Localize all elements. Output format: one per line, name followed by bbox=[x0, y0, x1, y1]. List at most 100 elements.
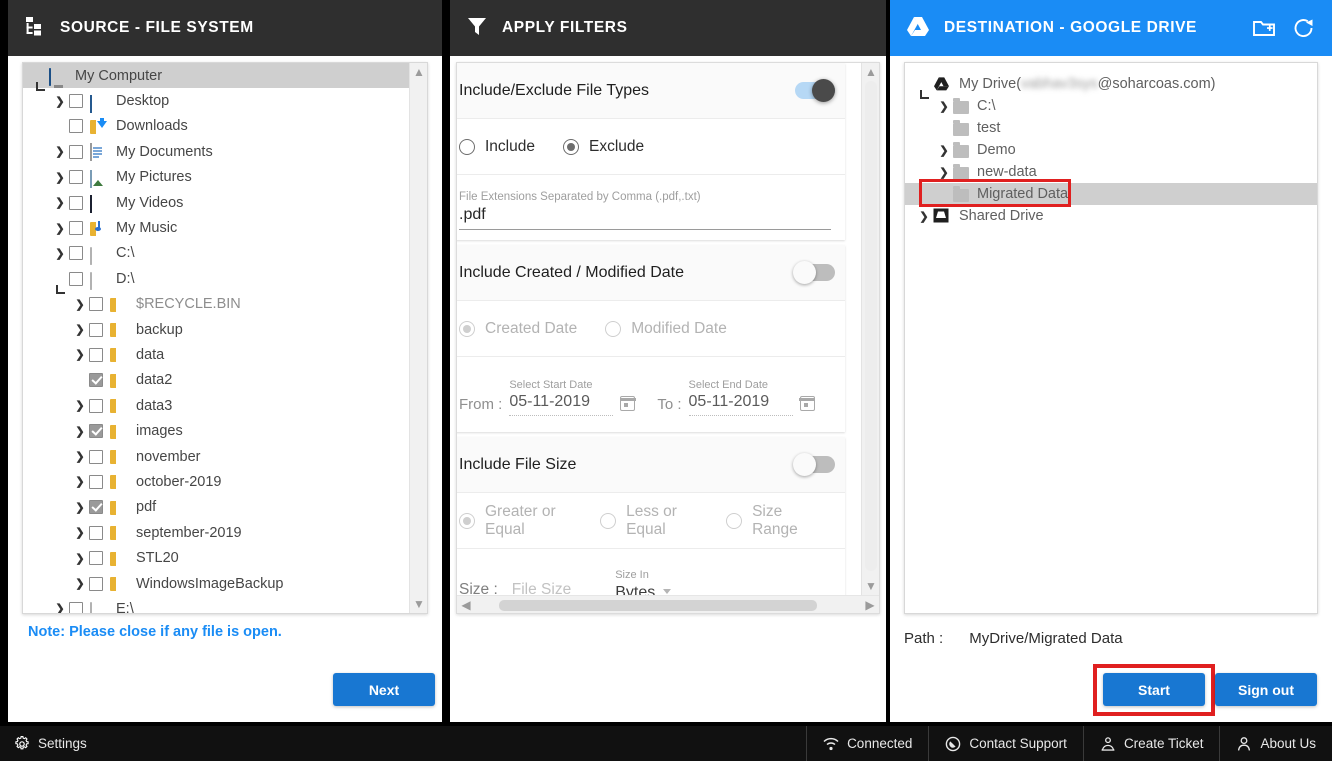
source-tree-row[interactable]: ❯ november bbox=[23, 444, 409, 469]
expand-toggle-icon[interactable]: ❯ bbox=[51, 95, 69, 108]
source-tree-checkbox[interactable] bbox=[89, 525, 103, 540]
filter-group-toggle[interactable] bbox=[793, 261, 835, 284]
source-tree-checkbox[interactable] bbox=[69, 119, 83, 134]
source-tree-scrollbar[interactable]: ▲ ▼ bbox=[409, 63, 427, 613]
destination-tree-row[interactable]: ❯ new-data bbox=[905, 161, 1317, 183]
expand-toggle-icon[interactable]: ❯ bbox=[71, 475, 89, 488]
expand-toggle-icon[interactable]: ❯ bbox=[51, 196, 69, 209]
expand-toggle-icon[interactable]: ❯ bbox=[935, 166, 953, 179]
start-date-input[interactable]: 05-11-2019 bbox=[509, 393, 614, 416]
settings-button[interactable]: Settings bbox=[0, 735, 87, 752]
destination-tree-row[interactable]: test bbox=[905, 117, 1317, 139]
source-tree-checkbox[interactable] bbox=[89, 551, 103, 566]
scroll-up-icon[interactable]: ▲ bbox=[862, 63, 879, 81]
file-extensions-field[interactable]: File Extensions Separated by Comma (.pdf… bbox=[457, 175, 845, 240]
destination-tree-row[interactable]: Migrated Data bbox=[905, 179, 1317, 207]
source-tree-checkbox[interactable] bbox=[69, 221, 83, 236]
source-tree-checkbox[interactable] bbox=[89, 449, 103, 464]
expand-toggle-icon[interactable]: ❯ bbox=[71, 577, 89, 590]
expand-toggle-icon[interactable]: ❯ bbox=[71, 425, 89, 438]
source-tree-row[interactable]: ❯ images bbox=[23, 418, 409, 443]
source-tree-row[interactable]: ❯ data3 bbox=[23, 393, 409, 418]
expand-toggle-icon[interactable]: ❯ bbox=[71, 348, 89, 361]
source-tree-row[interactable]: ❯ october-2019 bbox=[23, 469, 409, 494]
next-button[interactable]: Next bbox=[333, 673, 435, 706]
source-tree-row[interactable]: ❯ C:\ bbox=[23, 241, 409, 266]
source-tree-row[interactable]: ❯ WindowsImageBackup bbox=[23, 571, 409, 596]
expand-toggle-icon[interactable]: ❯ bbox=[935, 100, 953, 113]
expand-toggle-icon[interactable]: ❯ bbox=[71, 552, 89, 565]
source-tree-row[interactable]: D:\ bbox=[23, 266, 409, 294]
source-tree-row[interactable]: ❯ STL20 bbox=[23, 545, 409, 570]
source-tree-checkbox[interactable] bbox=[89, 322, 103, 337]
source-tree-row[interactable]: ❯ My Videos bbox=[23, 190, 409, 215]
source-file-tree[interactable]: My Computer ❯ Desktop Downloads ❯ My Document… bbox=[22, 62, 428, 614]
source-tree-checkbox[interactable] bbox=[89, 500, 103, 515]
source-tree-checkbox[interactable] bbox=[69, 246, 83, 261]
filter-radio[interactable] bbox=[600, 512, 617, 529]
chevron-down-icon[interactable] bbox=[663, 589, 672, 594]
filter-radio-group[interactable]: Include Exclude bbox=[457, 119, 845, 175]
scroll-down-icon[interactable]: ▼ bbox=[862, 577, 879, 595]
calendar-icon[interactable] bbox=[798, 396, 816, 411]
source-tree-row[interactable]: ❯ My Music bbox=[23, 215, 409, 240]
expand-toggle-icon[interactable]: ❯ bbox=[51, 247, 69, 260]
scroll-down-icon[interactable]: ▼ bbox=[410, 595, 427, 613]
source-tree-row[interactable]: Downloads bbox=[23, 114, 409, 139]
expand-toggle-icon[interactable]: ❯ bbox=[71, 399, 89, 412]
expand-toggle-icon[interactable]: ❯ bbox=[71, 298, 89, 311]
end-date-input[interactable]: 05-11-2019 bbox=[688, 393, 793, 416]
source-tree-checkbox[interactable] bbox=[89, 373, 103, 388]
source-tree-checkbox[interactable] bbox=[69, 144, 83, 159]
footer-item-about-us[interactable]: About Us bbox=[1219, 726, 1332, 761]
file-extensions-input[interactable]: .pdf bbox=[459, 206, 831, 230]
source-tree-rows[interactable]: My Computer ❯ Desktop Downloads ❯ My Document… bbox=[23, 63, 409, 613]
filters-scroll-container[interactable]: Include/Exclude File Types Include Exclude… bbox=[456, 62, 880, 614]
source-tree-checkbox[interactable] bbox=[69, 170, 83, 185]
expand-toggle-icon[interactable]: ❯ bbox=[935, 144, 953, 157]
expand-toggle-icon[interactable]: ❯ bbox=[71, 526, 89, 539]
filter-group-toggle[interactable] bbox=[793, 453, 835, 476]
source-tree-checkbox[interactable] bbox=[69, 94, 83, 109]
expand-toggle-icon[interactable]: ❯ bbox=[51, 145, 69, 158]
expand-toggle-icon[interactable]: ❯ bbox=[51, 222, 69, 235]
source-tree-row[interactable]: ❯ data bbox=[23, 342, 409, 367]
filter-radio-group[interactable]: Created Date Modified Date bbox=[457, 301, 845, 357]
source-tree-row[interactable]: ❯ Desktop bbox=[23, 88, 409, 113]
expand-toggle-icon[interactable]: ❯ bbox=[51, 602, 69, 613]
filter-group-toggle[interactable] bbox=[795, 79, 835, 102]
refresh-icon[interactable] bbox=[1292, 17, 1316, 39]
source-tree-row[interactable]: ❯ My Pictures bbox=[23, 165, 409, 190]
destination-tree-rows[interactable]: My Drive(vabhav3sys@soharcoas.com) ❯ C:\ te… bbox=[905, 63, 1317, 227]
expand-toggle-icon[interactable]: ❯ bbox=[915, 210, 933, 223]
source-tree-row[interactable]: ❯ backup bbox=[23, 317, 409, 342]
new-folder-icon[interactable] bbox=[1252, 17, 1276, 39]
scroll-left-icon[interactable]: ◀ bbox=[457, 596, 475, 613]
expand-toggle-icon[interactable]: ❯ bbox=[51, 171, 69, 184]
source-tree-checkbox[interactable] bbox=[89, 474, 103, 489]
filters-horizontal-scrollbar[interactable]: ◀ ▶ bbox=[457, 595, 879, 613]
source-tree-checkbox[interactable] bbox=[89, 398, 103, 413]
filter-radio[interactable] bbox=[459, 138, 475, 155]
source-tree-checkbox[interactable] bbox=[69, 601, 83, 613]
scroll-right-icon[interactable]: ▶ bbox=[861, 596, 879, 613]
filter-radio[interactable] bbox=[605, 320, 622, 337]
filter-radio[interactable] bbox=[459, 512, 475, 529]
expand-toggle-icon[interactable]: ❯ bbox=[71, 501, 89, 514]
source-tree-row[interactable]: My Computer bbox=[23, 63, 409, 91]
signout-button[interactable]: Sign out bbox=[1215, 673, 1317, 706]
source-tree-row[interactable]: ❯ september-2019 bbox=[23, 520, 409, 545]
source-tree-checkbox[interactable] bbox=[89, 297, 103, 312]
source-tree-checkbox[interactable] bbox=[89, 576, 103, 591]
destination-tree-row[interactable]: ❯ Demo bbox=[905, 139, 1317, 161]
footer-item-connected[interactable]: Connected bbox=[806, 726, 928, 761]
source-tree-checkbox[interactable] bbox=[69, 271, 83, 286]
destination-tree-row[interactable]: ❯ Shared Drive bbox=[905, 205, 1317, 227]
filter-radio-group[interactable]: Greater or Equal Less or Equal Size Range bbox=[457, 493, 845, 549]
destination-tree-row[interactable]: ❯ C:\ bbox=[905, 95, 1317, 117]
source-tree-checkbox[interactable] bbox=[89, 424, 103, 439]
source-tree-row[interactable]: ❯ E:\ bbox=[23, 596, 409, 613]
source-tree-row[interactable]: ❯ pdf bbox=[23, 495, 409, 520]
filters-vertical-scrollbar[interactable]: ▲ ▼ bbox=[861, 63, 879, 595]
footer-item-create-ticket[interactable]: Create Ticket bbox=[1082, 726, 1220, 761]
